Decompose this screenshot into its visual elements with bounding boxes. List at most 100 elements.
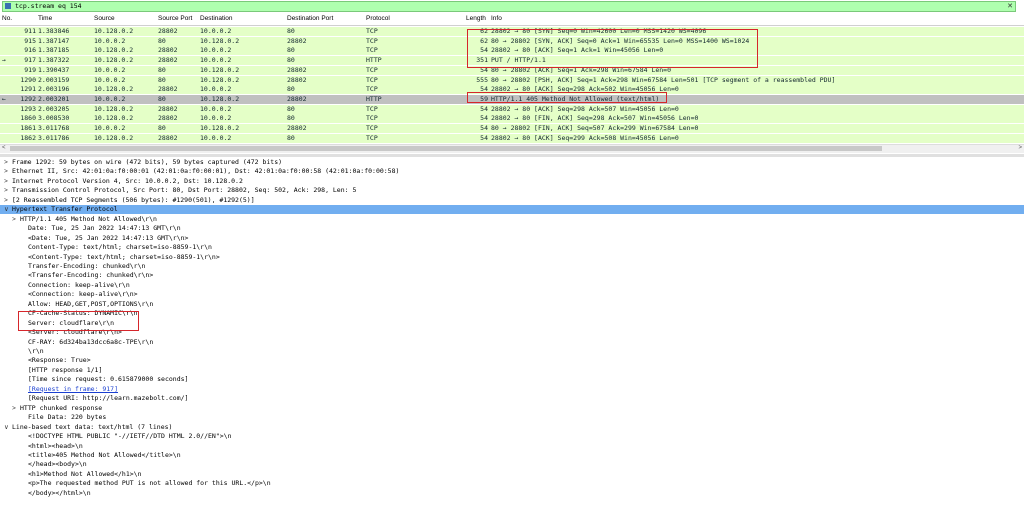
detail-row[interactable]: Content-Type: text/html; charset=iso-885… [0,243,1024,252]
scrollbar-thumb[interactable] [10,146,882,151]
detail-text: Frame 1292: 59 bytes on wire (472 bits),… [12,158,283,166]
packet-cell-dport: 28802 [287,124,307,132]
packet-cell-proto: HTTP [366,94,382,103]
detail-row[interactable]: ∨ Hypertext Transfer Protocol [0,205,1024,215]
detail-text: [Request URI: http://learn.mazebolt.com/… [28,394,189,403]
detail-row[interactable]: <Response: True> [0,356,1024,365]
detail-row[interactable]: > Ethernet II, Src: 42:01:0a:f0:00:01 (42… [0,167,1024,176]
detail-row[interactable]: File Data: 220 bytes [0,413,1024,422]
packet-cell-no: 915 [24,36,36,45]
detail-row[interactable]: <Transfer-Encoding: chunked\r\n> [0,271,1024,280]
packet-cell-src: 10.128.0.2 [94,27,134,35]
col-length[interactable]: Length [466,15,486,22]
packet-cell-time: 2.003201 [38,94,70,103]
packet-row[interactable]: 1290 2.003159 10.0.0.2 80 10.128.0.2 28802 TCP… [0,75,1024,85]
packet-row[interactable]: 1862 3.011786 10.128.0.2 28802 10.0.0.2 80 TCP… [0,133,1024,143]
packet-cell-len: 555 [476,75,488,84]
expand-arrow-icon[interactable]: > [4,177,8,186]
detail-row[interactable]: <!DOCTYPE HTML PUBLIC "-//IETF//DTD HTML… [0,432,1024,441]
detail-row[interactable]: Transfer-Encoding: chunked\r\n [0,262,1024,271]
packet-cell-src: 10.128.0.2 [94,56,134,65]
detail-row[interactable]: Connection: keep-alive\r\n [0,281,1024,290]
annotation-box-cloudflare [18,311,139,331]
detail-row[interactable]: ∨ Line-based text data: text/html (7 line… [0,423,1024,432]
detail-text: HTTP/1.1 405 Method Not Allowed\r\n [20,214,157,223]
expand-arrow-icon[interactable]: > [4,167,8,176]
packet-list-scrollbar[interactable]: < > [0,144,1024,153]
detail-row[interactable]: Date: Tue, 25 Jan 2022 14:47:13 GMT\r\n [0,224,1024,233]
packet-cell-sport: 28802 [158,27,178,35]
col-destination-port[interactable]: Destination Port [287,15,333,22]
col-protocol[interactable]: Protocol [366,15,390,22]
packet-cell-dst: 10.0.0.2 [200,46,232,55]
packet-cell-no: 1293 [20,104,36,113]
expand-arrow-icon[interactable]: > [4,196,8,205]
detail-row[interactable]: CF-Cache-Status: DYNAMIC\r\n [0,309,1024,318]
bookmark-icon[interactable] [5,3,11,9]
detail-row[interactable]: CF-RAY: 6d324ba13dcc6a8c-TPE\r\n [0,338,1024,347]
packet-cell-dport: 80 [287,56,295,65]
detail-row[interactable]: > HTTP/1.1 405 Method Not Allowed\r\n [0,215,1024,224]
collapse-arrow-icon[interactable]: ∨ [4,205,9,214]
detail-row[interactable]: <Date: Tue, 25 Jan 2022 14:47:13 GMT\r\n… [0,234,1024,243]
packet-cell-no: 916 [24,46,36,55]
detail-row[interactable]: <title>405 Method Not Allowed</title>\n [0,451,1024,460]
detail-row[interactable]: > Transmission Control Protocol, Src Port… [0,186,1024,195]
packet-row[interactable]: 1860 3.008530 10.128.0.2 28802 10.0.0.2 80 TCP… [0,114,1024,124]
packet-cell-src: 10.128.0.2 [94,133,134,142]
detail-row[interactable]: \r\n [0,347,1024,356]
detail-row[interactable]: > Frame 1292: 59 bytes on wire (472 bits)… [0,158,1024,167]
detail-row[interactable]: [HTTP response 1/1] [0,366,1024,375]
detail-text: <Date: Tue, 25 Jan 2022 14:47:13 GMT\r\n… [28,233,189,242]
detail-row[interactable]: Allow: HEAD,GET,POST,OPTIONS\r\n [0,300,1024,309]
display-filter-input[interactable]: tcp.stream eq 154 ✕ [2,1,1016,12]
packet-cell-no: 1861 [20,124,36,132]
scroll-right-icon[interactable]: > [1018,145,1022,151]
packet-cell-proto: TCP [366,114,378,123]
detail-text: Line-based text data: text/html (7 lines… [12,422,173,431]
detail-row[interactable]: > [2 Reassembled TCP Segments (506 bytes)… [0,196,1024,205]
detail-row[interactable]: > Internet Protocol Version 4, Src: 10.0.… [0,177,1024,186]
packet-cell-len: 54 [480,114,488,123]
packet-cell-sport: 80 [158,36,166,45]
collapse-arrow-icon[interactable]: ∨ [4,423,9,432]
col-info[interactable]: Info [491,15,502,22]
detail-row[interactable]: </body></html>\n [0,489,1024,498]
expand-arrow-icon[interactable]: > [12,404,16,413]
detail-row[interactable]: [Request URI: http://learn.mazebolt.com/… [0,394,1024,403]
packet-cell-dst: 10.0.0.2 [200,56,232,65]
col-time[interactable]: Time [38,15,52,22]
detail-row[interactable]: [Time since request: 0.615879000 seconds… [0,375,1024,384]
expand-arrow-icon[interactable]: > [4,186,8,195]
detail-row[interactable]: [Request in frame: 917] [0,385,1024,394]
expand-arrow-icon[interactable]: > [12,215,16,224]
request-frame-link[interactable]: [Request in frame: 917] [28,385,118,394]
packet-cell-time: 1.383846 [38,27,70,35]
packet-cell-info: 28802 → 80 [ACK] Seq=299 Ack=508 Win=450… [491,133,679,142]
col-source-port[interactable]: Source Port [158,15,192,22]
col-no[interactable]: No. [2,15,12,22]
detail-row[interactable]: Server: cloudflare\r\n [0,319,1024,328]
detail-text: </head><body>\n [28,460,87,469]
packet-cell-time: 2.003196 [38,85,70,94]
packet-cell-proto: TCP [366,27,378,35]
detail-row[interactable]: > HTTP chunked response [0,404,1024,413]
packet-cell-dst: 10.128.0.2 [200,36,240,45]
detail-row[interactable]: <Content-Type: text/html; charset=iso-88… [0,253,1024,262]
detail-row[interactable]: <p>The requested method PUT is not allow… [0,479,1024,488]
packet-cell-proto: HTTP [366,56,382,65]
detail-row[interactable]: </head><body>\n [0,460,1024,469]
col-destination[interactable]: Destination [200,15,233,22]
detail-row[interactable]: <Server: cloudflare\r\n> [0,328,1024,337]
detail-row[interactable]: <Connection: keep-alive\r\n> [0,290,1024,299]
detail-row[interactable]: <html><head>\n [0,442,1024,451]
packet-row[interactable]: 1293 2.003205 10.128.0.2 28802 10.0.0.2 80 TCP… [0,104,1024,114]
clear-filter-icon[interactable]: ✕ [1007,2,1013,11]
detail-row[interactable]: <h1>Method Not Allowed</h1>\n [0,470,1024,479]
packet-row[interactable]: 1861 3.011768 10.0.0.2 80 10.128.0.2 28802 TCP… [0,124,1024,133]
scroll-left-icon[interactable]: < [2,145,6,151]
packet-cell-time: 2.003159 [38,75,70,84]
packet-cell-no: 911 [24,27,36,35]
col-source[interactable]: Source [94,15,115,22]
expand-arrow-icon[interactable]: > [4,158,8,167]
